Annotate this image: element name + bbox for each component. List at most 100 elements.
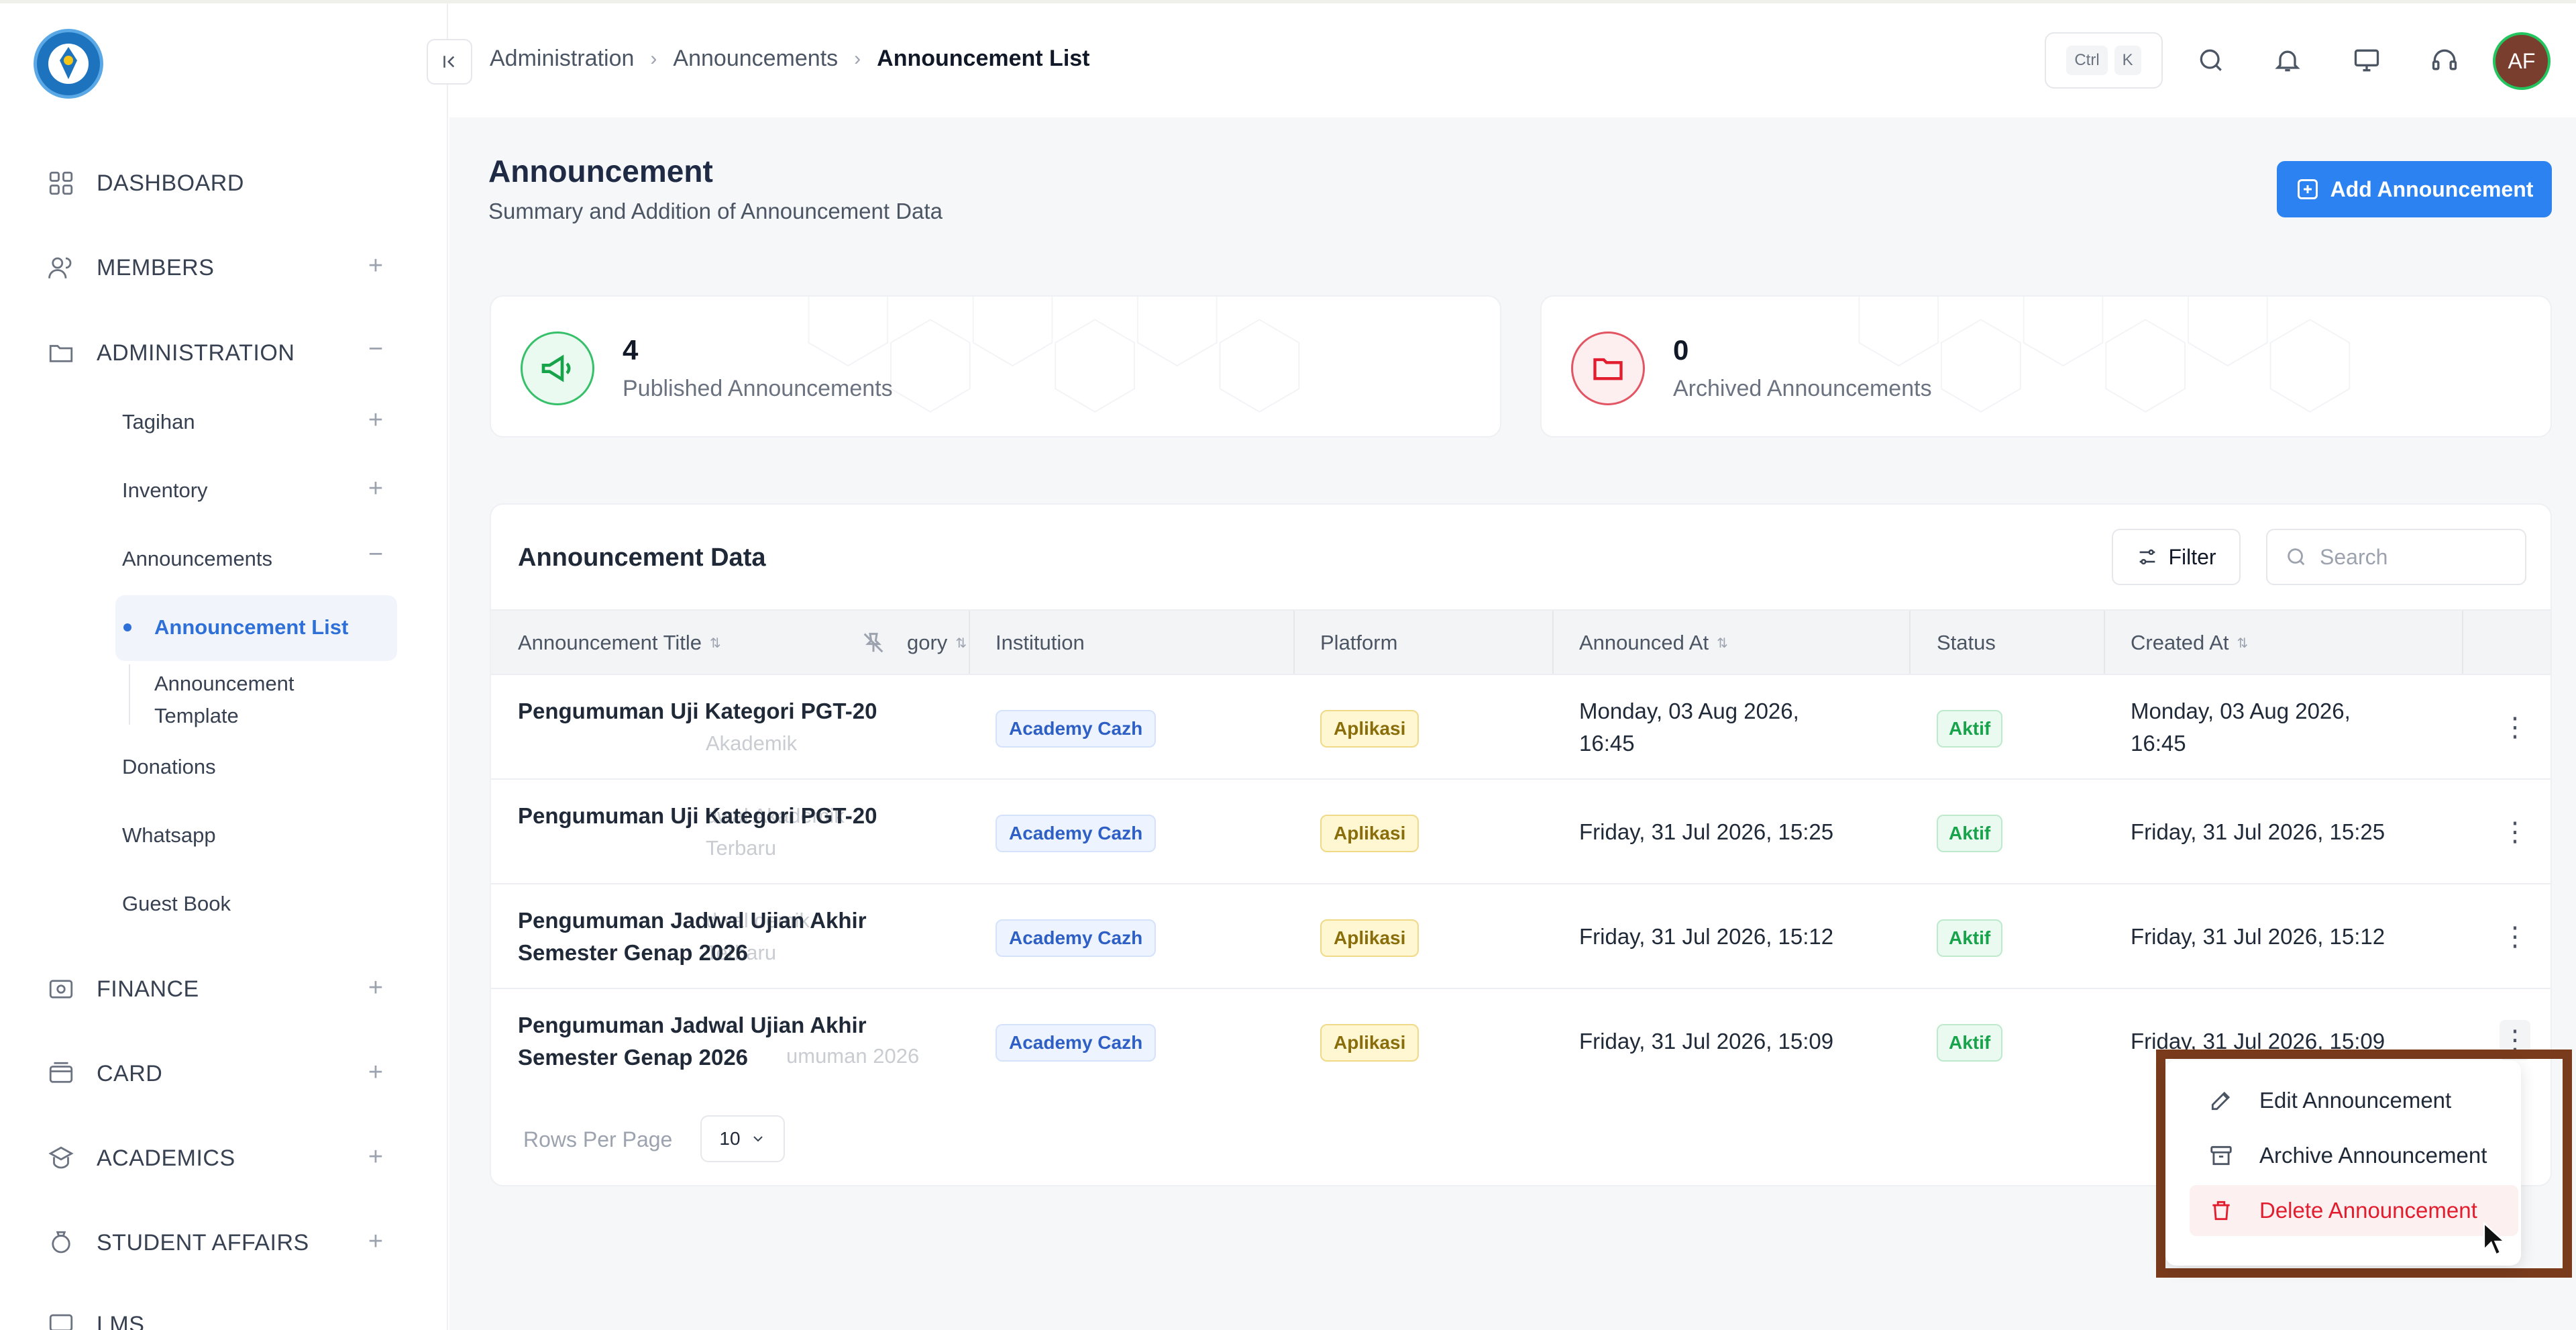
col-category[interactable]: gory ⇅: [907, 631, 967, 655]
collapse-left-icon: [443, 56, 455, 68]
edit-announcement-menu-item[interactable]: Edit Announcement: [2190, 1075, 2518, 1126]
search-icon: [2288, 548, 2305, 566]
megaphone-icon: [521, 331, 594, 405]
row-title: Pengumuman Uji Kategori PGT-20: [518, 699, 877, 723]
sidebar-subitem-tagihan[interactable]: Tagihan: [122, 410, 195, 434]
filter-label: Filter: [2168, 544, 2216, 569]
col-divider: [1909, 611, 1911, 674]
table-search[interactable]: [2266, 529, 2526, 585]
filter-button[interactable]: Filter: [2112, 529, 2241, 585]
institution-badge: Academy Cazh: [996, 710, 1157, 748]
col-platform[interactable]: Platform: [1320, 631, 1397, 655]
sidebar-item-student-affairs[interactable]: STUDENT AFFAIRS: [46, 1227, 309, 1258]
add-announcement-button[interactable]: Add Announcement: [2277, 161, 2552, 217]
add-announcement-label: Add Announcement: [2330, 176, 2534, 201]
bell-icon[interactable]: [2270, 43, 2305, 78]
sort-icon: ⇅: [2237, 635, 2249, 651]
sidebar-item-administration[interactable]: ADMINISTRATION: [46, 338, 294, 368]
sidebar-subitem-inventory[interactable]: Inventory: [122, 478, 208, 503]
search-icon[interactable]: [2194, 43, 2229, 78]
row-actions-kebab-icon[interactable]: ⋮: [2500, 917, 2530, 957]
col-institution-label: Institution: [996, 631, 1085, 654]
sidebar-item-card[interactable]: CARD: [46, 1058, 162, 1089]
expand-student-affairs-icon[interactable]: +: [362, 1227, 389, 1256]
command-palette-shortcut[interactable]: Ctrl K: [2045, 32, 2163, 89]
sidebar-item-label: DASHBOARD: [97, 170, 244, 196]
expand-members-icon[interactable]: +: [362, 252, 389, 280]
sidebar-subitem-whatsapp[interactable]: Whatsapp: [122, 823, 216, 848]
mouse-cursor-icon: [2483, 1221, 2506, 1256]
sidebar-item-label: ACADEMICS: [97, 1145, 235, 1171]
chevron-right-icon: ›: [854, 47, 861, 70]
collapse-announcements-icon[interactable]: −: [362, 540, 389, 569]
published-count: 4: [623, 334, 639, 366]
active-dot-icon: [123, 623, 131, 631]
table-header: Announcement Title ⇅ gory ⇅ Institution Pl…: [491, 609, 2551, 675]
row-actions-menu: Edit Announcement Archive Announcement D…: [2165, 1060, 2521, 1266]
delete-announcement-menu-item[interactable]: Delete Announcement: [2190, 1185, 2518, 1236]
student-affairs-icon: [46, 1227, 76, 1258]
archive-label: Archive Announcement: [2259, 1143, 2487, 1168]
sidebar-item-label: CARD: [97, 1060, 163, 1086]
col-created-at[interactable]: Created At ⇅: [2131, 631, 2248, 655]
folder-icon: [1571, 331, 1645, 405]
table-row: dwal demik Terbaru Pengumuman Jadwal Uji…: [491, 884, 2551, 989]
card-icon: [46, 1058, 76, 1089]
expand-inventory-icon[interactable]: +: [362, 474, 389, 503]
sort-icon: ⇅: [1717, 635, 1728, 651]
unpin-icon[interactable]: [860, 629, 887, 656]
edit-icon: [2211, 1091, 2231, 1111]
monitor-icon[interactable]: [2349, 43, 2384, 78]
archive-announcement-menu-item[interactable]: Archive Announcement: [2190, 1130, 2518, 1181]
col-institution[interactable]: Institution: [996, 631, 1085, 655]
status-badge: Aktif: [1937, 919, 2003, 957]
col-title[interactable]: Announcement Title ⇅: [518, 631, 721, 655]
sidebar-item-lms[interactable]: LMS: [46, 1309, 144, 1330]
edit-label: Edit Announcement: [2259, 1088, 2452, 1113]
status-badge: Aktif: [1937, 1024, 2003, 1062]
sidebar-subitem-guest-book[interactable]: Guest Book: [122, 892, 231, 916]
col-category-label: gory: [907, 631, 948, 654]
expand-tagihan-icon[interactable]: +: [362, 406, 389, 435]
sidebar-subitem-announcement-template[interactable]: Announcement Template: [154, 668, 329, 732]
institution-logo[interactable]: [34, 29, 103, 99]
col-title-label: Announcement Title: [518, 631, 702, 654]
dashboard-icon: [46, 168, 76, 199]
row-title: Pengumuman Jadwal Ujian Akhir Semester G…: [518, 1013, 867, 1070]
col-divider: [969, 611, 970, 674]
folder-icon: [46, 338, 76, 368]
rows-per-page-select[interactable]: 10: [700, 1115, 785, 1162]
sidebar-subitem-announcement-list[interactable]: Announcement List: [154, 615, 348, 640]
search-input[interactable]: [2320, 544, 2494, 570]
created-at: Friday, 31 Jul 2026, 15:12: [2131, 924, 2385, 949]
collapse-sidebar-button[interactable]: [427, 39, 472, 85]
row-title: Pengumuman Uji Kategori PGT-20: [518, 803, 877, 828]
sidebar-item-academics[interactable]: ACADEMICS: [46, 1143, 235, 1174]
sidebar-item-finance[interactable]: FINANCE: [46, 974, 199, 1005]
expand-academics-icon[interactable]: +: [362, 1143, 389, 1172]
academics-icon: [46, 1143, 76, 1174]
col-status[interactable]: Status: [1937, 631, 1996, 655]
breadcrumb-administration[interactable]: Administration: [490, 46, 634, 72]
archived-label: Archived Announcements: [1673, 376, 1932, 401]
tree-line: [129, 664, 130, 725]
sidebar-item-members[interactable]: MEMBERS: [46, 252, 214, 283]
sidebar: DASHBOARD MEMBERS + ADMINISTRATION − Tag…: [0, 3, 448, 1330]
col-created-label: Created At: [2131, 631, 2229, 654]
user-avatar[interactable]: AF: [2493, 32, 2551, 90]
row-actions-kebab-icon[interactable]: ⋮: [2500, 812, 2530, 852]
col-announced-at[interactable]: Announced At ⇅: [1579, 631, 1728, 655]
platform-badge: Aplikasi: [1320, 815, 1419, 852]
expand-finance-icon[interactable]: +: [362, 974, 389, 1003]
sidebar-item-dashboard[interactable]: DASHBOARD: [46, 168, 244, 199]
expand-card-icon[interactable]: +: [362, 1058, 389, 1087]
row-actions-kebab-icon[interactable]: ⋮: [2500, 707, 2530, 748]
sidebar-subitem-donations[interactable]: Donations: [122, 755, 216, 779]
breadcrumb-announcements[interactable]: Announcements: [673, 46, 838, 72]
platform-badge: Aplikasi: [1320, 1024, 1419, 1062]
announced-at: Friday, 31 Jul 2026, 15:12: [1579, 924, 1834, 949]
collapse-administration-icon[interactable]: −: [362, 335, 389, 364]
sidebar-subitem-announcements[interactable]: Announcements: [122, 547, 272, 571]
support-icon[interactable]: [2427, 43, 2462, 78]
finance-icon: [46, 974, 76, 1005]
